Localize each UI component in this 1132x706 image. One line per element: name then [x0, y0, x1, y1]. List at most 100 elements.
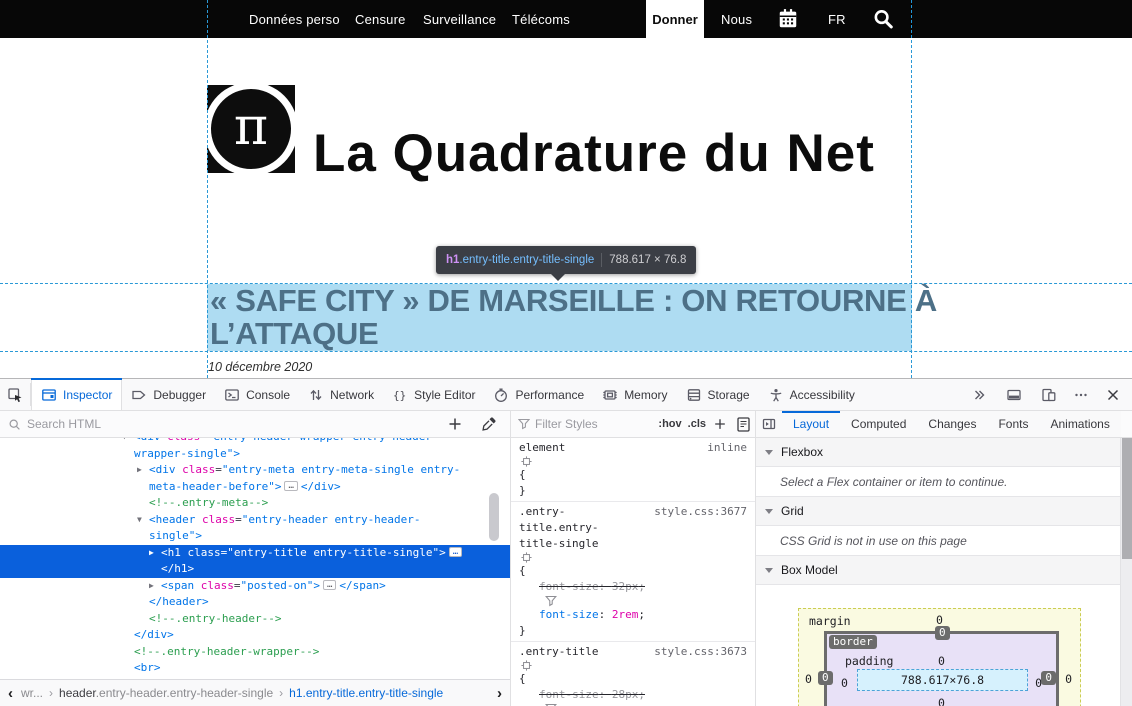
devtools-tab-inspector[interactable]: Inspector: [31, 379, 122, 410]
markup-line[interactable]: </div>: [0, 627, 510, 644]
nav-item-donner[interactable]: Donner: [646, 0, 704, 38]
filter-styles-input[interactable]: Filter Styles: [511, 417, 655, 431]
more-tabs-chevron-icon[interactable]: [964, 387, 994, 403]
devtools-tab-network[interactable]: Network: [299, 379, 383, 410]
rule-selector-line[interactable]: .entry-title style.css:3673: [519, 644, 747, 671]
markup-line[interactable]: ▼<div class="entry-header-wrapper entry-…: [0, 438, 510, 446]
rule-selector-line[interactable]: element {inline: [519, 440, 747, 483]
print-media-icon[interactable]: [731, 417, 755, 432]
eyedropper-icon[interactable]: [474, 416, 504, 432]
markup-line[interactable]: </h1>: [0, 561, 510, 578]
border-left-value[interactable]: 0: [818, 671, 833, 685]
devtools-tab-storage[interactable]: Storage: [677, 379, 759, 410]
markup-scrollbar[interactable]: [489, 493, 499, 541]
collapsed-children-badge[interactable]: …: [284, 481, 297, 491]
rule-selector-line[interactable]: {: [519, 671, 747, 687]
markup-line[interactable]: </header>: [0, 594, 510, 611]
selector-highlighter-icon[interactable]: [521, 660, 532, 671]
nav-item[interactable]: Données perso: [249, 0, 340, 38]
boxmodel-section-header[interactable]: Box Model: [756, 556, 1132, 585]
rule-source-link[interactable]: style.css:3673: [654, 644, 747, 660]
sidebar-tab-computed[interactable]: Computed: [840, 411, 917, 437]
search-html-input[interactable]: Search HTML: [0, 417, 440, 431]
nav-item[interactable]: Télécoms: [512, 0, 570, 38]
markup-line[interactable]: <!--.entry-header-wrapper-->: [0, 644, 510, 661]
pick-element-icon[interactable]: [0, 379, 30, 410]
rule-selector-line[interactable]: .entry-style.css:3677: [519, 504, 747, 520]
dock-options-icon[interactable]: [999, 387, 1029, 403]
margin-top-value[interactable]: 0: [799, 613, 1080, 627]
collapsed-children-badge[interactable]: …: [449, 547, 462, 557]
markup-line[interactable]: single">: [0, 528, 510, 545]
markup-line[interactable]: ▶<h1 class="entry-title entry-title-sing…: [0, 545, 510, 562]
markup-line[interactable]: ▼<header class="entry-header entry-heade…: [0, 512, 510, 529]
nav-item-lang[interactable]: FR: [828, 0, 846, 38]
search-icon[interactable]: [872, 8, 894, 30]
margin-left-value[interactable]: 0: [805, 672, 812, 686]
flexbox-section-header[interactable]: Flexbox: [756, 438, 1132, 467]
rule-selector[interactable]: element: [519, 441, 565, 454]
css-property[interactable]: font-size: 32px;: [519, 579, 747, 607]
content-box[interactable]: 788.617×76.8: [857, 669, 1028, 691]
padding-left-value[interactable]: 0: [841, 676, 848, 690]
breadcrumb-item[interactable]: wr...: [21, 686, 43, 700]
markup-line[interactable]: ▶<span class="posted-on">…</span>: [0, 578, 510, 595]
sidebar-tab-layout[interactable]: Layout: [782, 411, 840, 437]
calendar-icon[interactable]: [777, 8, 799, 30]
markup-line[interactable]: <!--.entry-meta-->: [0, 495, 510, 512]
toggle-classes-button[interactable]: .cls: [685, 416, 709, 432]
css-property[interactable]: font-size: 2rem;: [519, 607, 747, 623]
breadcrumb-item[interactable]: h1.entry-title.entry-title-single: [289, 686, 443, 700]
close-devtools-icon[interactable]: [1098, 387, 1128, 403]
rule-selector[interactable]: title.entry-: [519, 521, 598, 534]
site-title[interactable]: La Quadrature du Net: [313, 123, 875, 184]
devtools-tab-accessibility[interactable]: Accessibility: [759, 379, 864, 410]
markup-line[interactable]: wrapper-single">: [0, 446, 510, 463]
add-rule-icon[interactable]: [709, 417, 731, 431]
nav-item-nous[interactable]: Nous: [721, 0, 752, 38]
selector-highlighter-icon[interactable]: [521, 552, 532, 563]
grid-section-header[interactable]: Grid: [756, 497, 1132, 526]
border-right-value[interactable]: 0: [1041, 671, 1056, 685]
devtools-tab-style-editor[interactable]: {}Style Editor: [383, 379, 484, 410]
sidebar-tab-fonts[interactable]: Fonts: [987, 411, 1039, 437]
devtools-tab-console[interactable]: Console: [215, 379, 299, 410]
nav-item[interactable]: Censure: [355, 0, 406, 38]
sidebar-tab-changes[interactable]: Changes: [917, 411, 987, 437]
rule-selector[interactable]: .entry-title: [519, 645, 598, 658]
layout-scrollbar-thumb[interactable]: [1122, 438, 1132, 559]
rule-selector[interactable]: title-single: [519, 537, 598, 550]
toggle-pseudo-classes-button[interactable]: :hov: [655, 416, 684, 432]
devtools-tab-memory[interactable]: Memory: [593, 379, 676, 410]
expand-right-icon[interactable]: ▶: [137, 462, 142, 479]
devtools-tab-performance[interactable]: Performance: [484, 379, 593, 410]
markup-line[interactable]: <br>: [0, 660, 510, 677]
margin-right-value[interactable]: 0: [1065, 672, 1072, 686]
rule-source-link[interactable]: style.css:3677: [654, 504, 747, 520]
expand-right-icon[interactable]: ▶: [149, 545, 154, 562]
rule-selector[interactable]: .entry-: [519, 505, 565, 518]
markup-line[interactable]: <!--.entry-header-->: [0, 611, 510, 628]
markup-line[interactable]: meta-header-before">…</div>: [0, 479, 510, 496]
rule-source-link[interactable]: inline: [707, 440, 747, 456]
rule-selector-line[interactable]: title-single {: [519, 536, 747, 579]
meatball-menu-icon[interactable]: [1066, 387, 1096, 403]
site-logo[interactable]: π: [207, 85, 295, 173]
expand-down-icon[interactable]: ▼: [137, 512, 142, 529]
padding-top-value[interactable]: 0: [827, 654, 1056, 668]
border-top-value[interactable]: 0: [935, 626, 950, 640]
sidebar-toggle-icon[interactable]: [756, 411, 782, 437]
add-node-icon[interactable]: [440, 416, 470, 432]
markup-line[interactable]: ▶<div class="entry-meta entry-meta-singl…: [0, 462, 510, 479]
selector-highlighter-icon[interactable]: [521, 456, 532, 467]
rule-selector[interactable]: {: [519, 672, 526, 685]
filter-property-icon[interactable]: [545, 595, 557, 607]
breadcrumb-scroll-left-icon[interactable]: ‹: [0, 685, 21, 702]
expand-right-icon[interactable]: ▶: [149, 578, 154, 595]
rule-selector-line[interactable]: title.entry-: [519, 520, 747, 536]
expand-down-icon[interactable]: ▼: [122, 438, 127, 446]
collapsed-children-badge[interactable]: …: [323, 580, 336, 590]
devtools-tab-debugger[interactable]: Debugger: [122, 379, 215, 410]
responsive-design-mode-icon[interactable]: [1034, 387, 1064, 403]
layout-scrollbar[interactable]: [1120, 438, 1132, 706]
